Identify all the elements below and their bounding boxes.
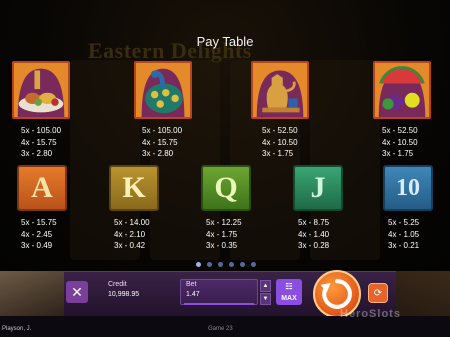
ace-pays: 5x - 15.75 4x - 2.45 3x - 0.49: [21, 218, 57, 250]
peacock-symbol-icon: [134, 61, 192, 119]
feast-symbol-icon: [12, 61, 70, 119]
ten-symbol-icon: 10: [383, 165, 433, 211]
footer-provider: Playson, J.: [2, 326, 32, 332]
footer-game-id: Game 23: [208, 326, 233, 332]
credit-value: 10,998.95: [108, 291, 140, 298]
fruits-pays: 5x - 52.50 4x - 10.50 3x - 1.75: [382, 126, 418, 158]
feast-pays: 5x - 105.00 4x - 15.75 3x - 2.80: [21, 126, 62, 158]
coin-stack-icon: ☷: [285, 282, 293, 291]
page-dot-1[interactable]: [196, 262, 201, 267]
king-pays: 5x - 14.00 4x - 2.10 3x - 0.42: [114, 218, 150, 250]
credit-label: Credit: [108, 281, 127, 288]
bet-label: Bet: [186, 281, 197, 288]
teapot-pays: 5x - 52.50 4x - 10.50 3x - 1.75: [262, 126, 298, 158]
jack-pays: 5x - 8.75 4x - 1.40 3x - 0.28: [298, 218, 330, 250]
close-icon: ✕: [71, 283, 83, 300]
bet-decrease-button[interactable]: ▼: [260, 293, 271, 305]
jack-symbol-icon: J: [293, 165, 343, 211]
close-paytable-button[interactable]: ✕: [66, 281, 88, 303]
peacock-pays: 5x - 105.00 4x - 15.75 3x - 2.80: [142, 126, 183, 158]
watermark-logo: HeroSlots: [340, 308, 401, 320]
caret-down-icon: ▼: [262, 296, 269, 302]
page-dot-3[interactable]: [218, 262, 223, 267]
paytable-title: Pay Table: [196, 34, 254, 49]
fruits-symbol-icon: [373, 61, 431, 119]
page-dot-5[interactable]: [240, 262, 245, 267]
bet-value: 1.47: [186, 291, 200, 298]
ten-pays: 5x - 5.25 4x - 1.05 3x - 0.21: [388, 218, 420, 250]
autoplay-button[interactable]: ⟳: [368, 283, 388, 303]
max-bet-button[interactable]: ☷ MAX: [276, 279, 302, 305]
teapot-symbol-icon: [251, 61, 309, 119]
page-dot-6[interactable]: [251, 262, 256, 267]
ace-symbol-icon: A: [17, 165, 67, 211]
bet-increase-button[interactable]: ▲: [260, 280, 271, 292]
page-indicator: [196, 262, 256, 267]
bet-slider[interactable]: [184, 303, 254, 305]
king-symbol-icon: K: [109, 165, 159, 211]
queen-pays: 5x - 12.25 4x - 1.75 3x - 0.35: [206, 218, 242, 250]
max-bet-label: MAX: [281, 295, 297, 302]
caret-up-icon: ▲: [262, 283, 269, 289]
page-dot-4[interactable]: [229, 262, 234, 267]
page-dot-2[interactable]: [207, 262, 212, 267]
autoplay-icon: ⟳: [373, 287, 383, 299]
queen-symbol-icon: Q: [201, 165, 251, 211]
